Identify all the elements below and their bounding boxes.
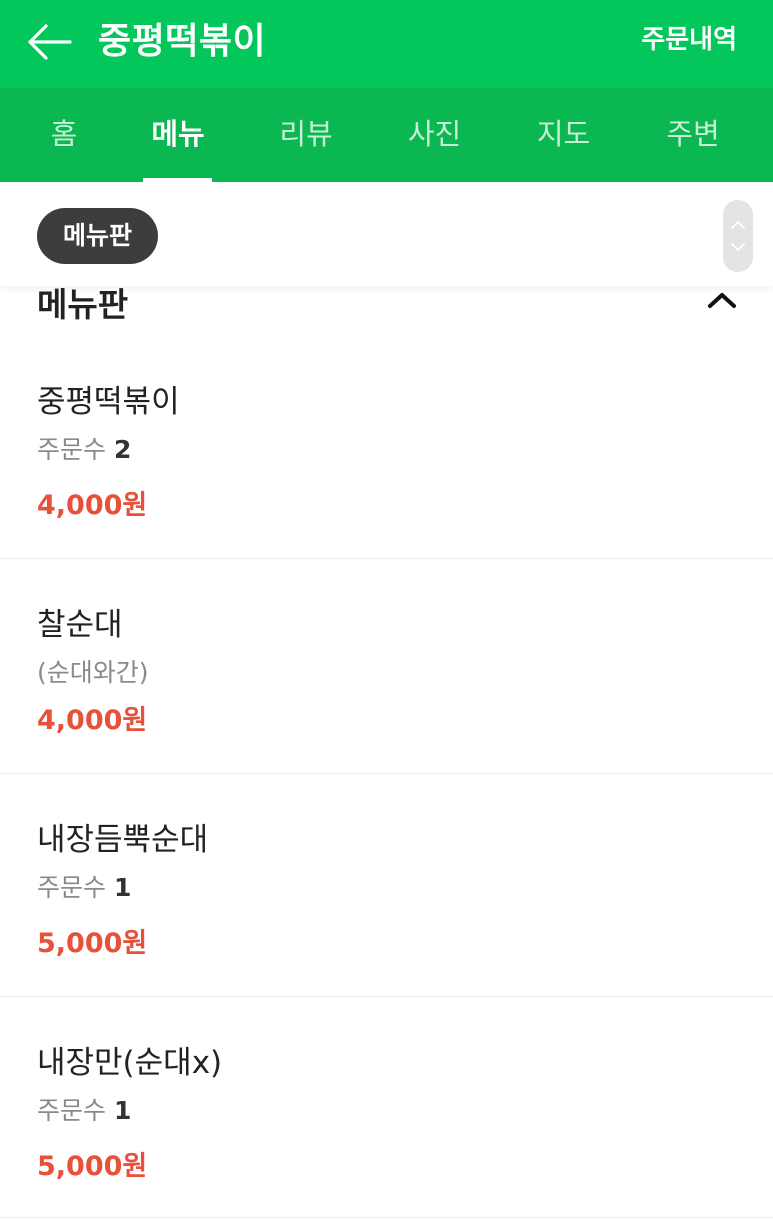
order-count: 주문수 1 xyxy=(37,1091,131,1127)
top-header: 중평떡볶이 주문내역 xyxy=(0,0,773,88)
menu-item-description: (순대와간) xyxy=(37,658,149,687)
order-count-value: 2 xyxy=(113,435,132,464)
menu-item[interactable]: 내장만(순대x) 주문수 1 5,000원 xyxy=(0,997,773,1219)
tab-label: 지도 xyxy=(536,117,591,151)
order-count-label: 주문수 xyxy=(37,435,107,464)
order-count: 주문수 2 xyxy=(37,430,131,466)
arrow-left-icon xyxy=(28,24,72,60)
menu-item[interactable]: 중평떡볶이 주문수 2 4,000원 xyxy=(0,330,773,558)
tab-bar: 홈 메뉴 리뷰 사진 지도 주변 xyxy=(0,88,773,182)
tab-label: 메뉴 xyxy=(151,117,205,151)
tab-photos[interactable]: 사진 xyxy=(370,88,499,182)
menu-item-price: 5,000원 xyxy=(37,1151,148,1182)
tab-home[interactable]: 홈 xyxy=(0,88,128,182)
order-count: 주문수 1 xyxy=(37,868,131,904)
menu-item-name: 내장듬뿍순대 xyxy=(37,822,209,858)
order-history-link[interactable]: 주문내역 xyxy=(641,0,737,88)
menu-item[interactable]: 내장듬뿍순대 주문수 1 5,000원 xyxy=(0,774,773,996)
page-title: 중평떡볶이 xyxy=(98,21,267,62)
tab-map[interactable]: 지도 xyxy=(499,88,628,182)
divider xyxy=(0,1217,773,1218)
menu-board-chip[interactable]: 메뉴판 xyxy=(37,208,159,264)
menu-item[interactable]: 찰순대 (순대와간) 4,000원 xyxy=(0,559,773,773)
tab-label: 주변 xyxy=(666,117,720,151)
order-count-value: 1 xyxy=(113,1096,132,1125)
chevron-up-icon[interactable] xyxy=(731,221,745,229)
menu-item-name: 내장만(순대x) xyxy=(37,1045,223,1081)
scroll-toggle[interactable] xyxy=(723,200,753,272)
chevron-up-icon xyxy=(708,293,736,308)
tab-menu[interactable]: 메뉴 xyxy=(128,88,228,182)
menu-item-price: 4,000원 xyxy=(37,490,148,521)
back-button[interactable] xyxy=(20,16,78,68)
tab-reviews[interactable]: 리뷰 xyxy=(242,88,370,182)
order-count-label: 주문수 xyxy=(37,1096,107,1125)
menu-item-price: 4,000원 xyxy=(37,705,148,736)
menu-item-price: 5,000원 xyxy=(37,928,148,959)
menu-filter-bar: 메뉴판 xyxy=(0,182,773,286)
menu-item-name: 중평떡볶이 xyxy=(37,384,180,420)
tab-label: 사진 xyxy=(407,117,462,151)
chevron-down-icon[interactable] xyxy=(731,243,745,251)
menu-item-name: 찰순대 xyxy=(37,607,123,643)
tab-label: 리뷰 xyxy=(279,117,333,151)
collapse-button[interactable] xyxy=(702,282,742,318)
tab-nearby[interactable]: 주변 xyxy=(628,88,758,182)
tab-label: 홈 xyxy=(50,117,78,151)
order-count-value: 1 xyxy=(113,873,132,902)
order-count-label: 주문수 xyxy=(37,873,107,902)
